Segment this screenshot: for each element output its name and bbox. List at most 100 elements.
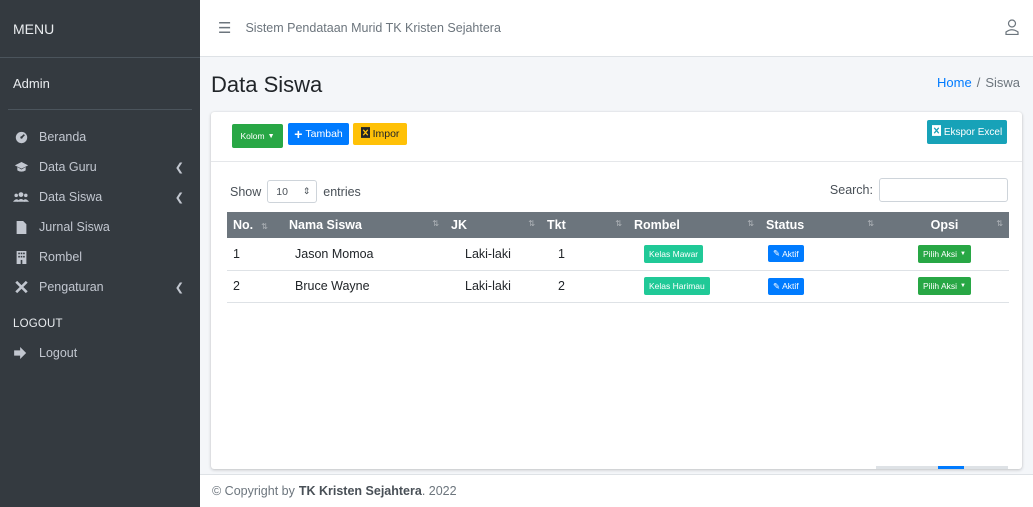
sort-icon: ⇅ bbox=[867, 219, 874, 228]
cell-nama: Bruce Wayne bbox=[295, 279, 370, 293]
impor-label: Impor bbox=[372, 128, 400, 140]
column-header-no[interactable]: No. ⇅ bbox=[227, 212, 283, 238]
show-label: Show bbox=[230, 184, 262, 199]
column-header-status[interactable]: Status ⇅ bbox=[760, 212, 880, 238]
sidebar-item-label: Jurnal Siswa bbox=[39, 220, 110, 234]
ekspor-excel-button[interactable]: Ekspor Excel bbox=[927, 120, 1007, 144]
file-icon bbox=[13, 220, 29, 234]
sidebar-item-label: Rombel bbox=[39, 250, 83, 264]
entries-select[interactable]: 10 ⇕ bbox=[267, 180, 318, 203]
building-icon bbox=[13, 250, 29, 264]
sort-icon: ⇅ bbox=[261, 222, 268, 231]
kolom-dropdown-button[interactable]: Kolom ▼ bbox=[232, 124, 283, 148]
status-aktif-button[interactable]: ✎ Aktif bbox=[768, 245, 804, 263]
cell-opsi: Pilih Aksi ▼ bbox=[880, 270, 1009, 302]
user-icon[interactable] bbox=[1005, 18, 1019, 38]
column-header-tkt[interactable]: Tkt ⇅ bbox=[541, 212, 628, 238]
sidebar-user-name[interactable]: Admin bbox=[8, 58, 192, 110]
sidebar-item-jurnal-siswa[interactable]: Jurnal Siswa bbox=[0, 212, 200, 242]
column-header-opsi[interactable]: Opsi ⇅ bbox=[880, 212, 1009, 238]
breadcrumb: Home / Siswa bbox=[937, 75, 1020, 90]
pilih-aksi-label: Pilih Aksi bbox=[923, 248, 958, 259]
caret-down-icon: ▼ bbox=[960, 283, 966, 289]
show-entries-control: Show 10 ⇕ entries bbox=[230, 180, 361, 203]
data-siswa-card: Kolom ▼ + Tambah Impor Ekspor Excel Show 1… bbox=[211, 112, 1022, 469]
sidebar-item-rombel[interactable]: Rombel bbox=[0, 242, 200, 272]
page-title: Data Siswa bbox=[211, 72, 323, 97]
entries-label: entries bbox=[323, 184, 361, 199]
sidebar-brand[interactable]: MENU bbox=[0, 0, 200, 58]
table-header-row: No. ⇅ Nama Siswa ⇅ JK ⇅ Tkt ⇅ Rombel ⇅ Status… bbox=[227, 212, 1009, 238]
pagination bbox=[876, 466, 1008, 469]
sort-icon: ⇅ bbox=[528, 219, 535, 228]
pilih-aksi-label: Pilih Aksi bbox=[923, 281, 958, 291]
column-header-nama-siswa[interactable]: Nama Siswa ⇅ bbox=[283, 212, 445, 238]
status-label: Aktif bbox=[782, 248, 799, 259]
tools-icon bbox=[13, 280, 29, 294]
sidebar-item-label: Logout bbox=[39, 346, 78, 360]
dashboard-icon bbox=[13, 131, 29, 144]
cell-status: ✎ Aktif bbox=[760, 238, 880, 270]
status-aktif-button[interactable]: ✎ Aktif bbox=[768, 277, 804, 295]
footer-suffix: . 2022 bbox=[421, 484, 457, 498]
sidebar-item-pengaturan[interactable]: Pengaturan ❮ bbox=[0, 272, 200, 302]
column-header-jk[interactable]: JK ⇅ bbox=[445, 212, 541, 238]
app-title: Sistem Pendataan Murid TK Kristen Sejaht… bbox=[245, 21, 501, 35]
sidebar-item-logout[interactable]: Logout bbox=[0, 338, 200, 368]
cell-opsi: Pilih Aksi ▼ bbox=[880, 238, 1009, 270]
users-icon bbox=[13, 191, 29, 203]
status-label: Aktif bbox=[782, 281, 799, 291]
tambah-button[interactable]: + Tambah bbox=[288, 123, 349, 145]
caret-down-icon: ▼ bbox=[960, 250, 966, 257]
pagination-previous[interactable] bbox=[876, 466, 938, 469]
plus-icon: + bbox=[294, 126, 303, 142]
sort-icon: ⇅ bbox=[996, 219, 1003, 228]
column-header-rombel[interactable]: Rombel ⇅ bbox=[628, 212, 760, 238]
search-control: Search: bbox=[830, 178, 1008, 202]
pagination-page-active[interactable] bbox=[938, 466, 964, 469]
pilih-aksi-dropdown[interactable]: Pilih Aksi ▼ bbox=[918, 277, 971, 295]
entries-value: 10 bbox=[276, 185, 288, 198]
caret-down-icon: ▼ bbox=[267, 132, 275, 140]
sidebar-item-label: Data Siswa bbox=[39, 190, 103, 204]
breadcrumb-current: Siswa bbox=[985, 75, 1020, 90]
table-row: 2 Bruce Wayne Laki-laki 2 Kelas Harimau … bbox=[227, 270, 1009, 302]
sidebar-item-beranda[interactable]: Beranda bbox=[0, 122, 200, 152]
pencil-icon: ✎ bbox=[773, 248, 781, 259]
sidebar-section-header: LOGOUT bbox=[13, 318, 63, 330]
tambah-label: Tambah bbox=[305, 128, 343, 140]
footer-copyright-prefix: © Copyright by bbox=[212, 484, 295, 498]
sidebar-item-data-siswa[interactable]: Data Siswa ❮ bbox=[0, 182, 200, 212]
hamburger-menu-icon[interactable]: ☰ bbox=[218, 19, 231, 37]
cell-status: ✎ Aktif bbox=[760, 270, 880, 302]
breadcrumb-home-link[interactable]: Home bbox=[937, 75, 972, 90]
cell-no: 1 bbox=[233, 246, 240, 261]
cell-no: 2 bbox=[233, 279, 240, 293]
ekspor-label: Ekspor Excel bbox=[943, 126, 1003, 138]
top-navbar: ☰ Sistem Pendataan Murid TK Kristen Seja… bbox=[200, 0, 1033, 57]
search-input[interactable] bbox=[879, 178, 1008, 202]
sidebar: MENU Admin Beranda Data Guru ❮ Data Sisw… bbox=[0, 0, 200, 507]
sidebar-item-data-guru[interactable]: Data Guru ❮ bbox=[0, 152, 200, 182]
cell-rombel: Kelas Harimau bbox=[628, 270, 760, 302]
kolom-label: Kolom bbox=[240, 131, 265, 141]
impor-button[interactable]: Impor bbox=[353, 123, 407, 145]
sort-icon: ⇅ bbox=[615, 219, 622, 228]
sidebar-nav: Beranda Data Guru ❮ Data Siswa ❮ Jurnal … bbox=[0, 110, 200, 368]
table-row: 1 Jason Momoa Laki-laki 1 Kelas Mawar ✎ A… bbox=[227, 238, 1009, 270]
pencil-icon: ✎ bbox=[773, 280, 781, 291]
sidebar-item-label: Beranda bbox=[39, 130, 87, 144]
sort-icon: ⇅ bbox=[432, 219, 439, 228]
footer-brand: TK Kristen Sejahtera bbox=[298, 484, 422, 498]
cell-jk: Laki-laki bbox=[465, 279, 511, 293]
excel-file-icon bbox=[360, 127, 370, 141]
card-header: Kolom ▼ + Tambah Impor Ekspor Excel bbox=[211, 112, 1022, 162]
sort-icon: ⇅ bbox=[747, 219, 754, 228]
pagination-next[interactable] bbox=[964, 466, 1008, 469]
sign-out-icon bbox=[13, 347, 29, 359]
pilih-aksi-dropdown[interactable]: Pilih Aksi ▼ bbox=[918, 244, 971, 263]
chevron-left-icon: ❮ bbox=[174, 281, 184, 294]
graduation-cap-icon bbox=[13, 161, 29, 173]
cell-rombel: Kelas Mawar bbox=[628, 238, 760, 270]
search-label: Search: bbox=[829, 183, 873, 197]
